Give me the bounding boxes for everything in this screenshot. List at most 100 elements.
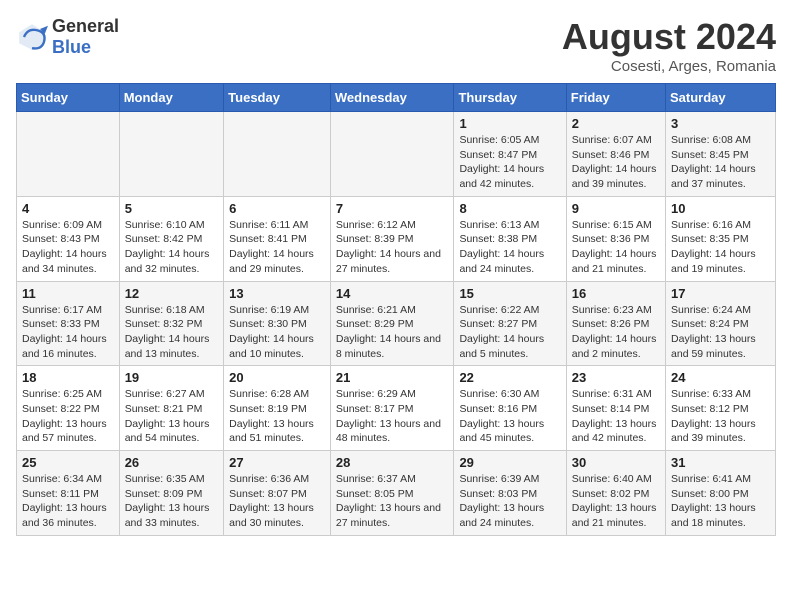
calendar-cell: 23 Sunrise: 6:31 AM Sunset: 8:14 PM Dayli… bbox=[566, 366, 665, 451]
weekday-header: Sunday bbox=[17, 84, 120, 112]
subtitle: Cosesti, Arges, Romania bbox=[562, 58, 776, 75]
calendar-cell: 16Sunrise: 6:23 AM Sunset: 8:26 PM Dayli… bbox=[566, 281, 665, 366]
day-number: 7 bbox=[336, 201, 449, 216]
calendar-week-row: 18 Sunrise: 6:25 AM Sunset: 8:22 PM Dayli… bbox=[17, 366, 776, 451]
calendar-cell bbox=[119, 112, 223, 197]
calendar-cell bbox=[17, 112, 120, 197]
day-number: 10 bbox=[671, 201, 770, 216]
day-info: Sunrise: 6:25 AM Sunset: 8:22 PM Dayligh… bbox=[22, 387, 114, 446]
calendar-cell: 24Sunrise: 6:33 AM Sunset: 8:12 PM Dayli… bbox=[666, 366, 776, 451]
day-number: 31 bbox=[671, 455, 770, 470]
day-info: Sunrise: 6:37 AM Sunset: 8:05 PM Dayligh… bbox=[336, 472, 449, 531]
day-number: 8 bbox=[459, 201, 560, 216]
calendar-cell: 21Sunrise: 6:29 AM Sunset: 8:17 PM Dayli… bbox=[330, 366, 454, 451]
day-info: Sunrise: 6:28 AM Sunset: 8:19 PM Dayligh… bbox=[229, 387, 325, 446]
calendar-cell: 29 Sunrise: 6:39 AM Sunset: 8:03 PM Dayli… bbox=[454, 451, 566, 536]
weekday-header: Monday bbox=[119, 84, 223, 112]
day-number: 22 bbox=[459, 370, 560, 385]
day-info: Sunrise: 6:35 AM Sunset: 8:09 PM Dayligh… bbox=[125, 472, 218, 531]
calendar-cell: 8Sunrise: 6:13 AM Sunset: 8:38 PM Daylig… bbox=[454, 196, 566, 281]
day-number: 1 bbox=[459, 116, 560, 131]
day-number: 26 bbox=[125, 455, 218, 470]
calendar-cell: 11 Sunrise: 6:17 AM Sunset: 8:33 PM Dayli… bbox=[17, 281, 120, 366]
header: General Blue August 2024 Cosesti, Arges,… bbox=[16, 16, 776, 75]
calendar-cell: 26 Sunrise: 6:35 AM Sunset: 8:09 PM Dayli… bbox=[119, 451, 223, 536]
calendar-cell: 22 Sunrise: 6:30 AM Sunset: 8:16 PM Dayli… bbox=[454, 366, 566, 451]
day-number: 15 bbox=[459, 286, 560, 301]
calendar-week-row: 25 Sunrise: 6:34 AM Sunset: 8:11 PM Dayli… bbox=[17, 451, 776, 536]
logo-general: General bbox=[52, 16, 119, 36]
calendar-cell: 6Sunrise: 6:11 AM Sunset: 8:41 PM Daylig… bbox=[224, 196, 331, 281]
day-info: Sunrise: 6:21 AM Sunset: 8:29 PM Dayligh… bbox=[336, 303, 449, 362]
day-number: 12 bbox=[125, 286, 218, 301]
calendar-week-row: 11 Sunrise: 6:17 AM Sunset: 8:33 PM Dayli… bbox=[17, 281, 776, 366]
day-info: Sunrise: 6:10 AM Sunset: 8:42 PM Dayligh… bbox=[125, 218, 218, 277]
main-title: August 2024 bbox=[562, 16, 776, 58]
day-info: Sunrise: 6:12 AM Sunset: 8:39 PM Dayligh… bbox=[336, 218, 449, 277]
day-info: Sunrise: 6:34 AM Sunset: 8:11 PM Dayligh… bbox=[22, 472, 114, 531]
day-number: 30 bbox=[572, 455, 660, 470]
day-number: 20 bbox=[229, 370, 325, 385]
calendar-cell: 25 Sunrise: 6:34 AM Sunset: 8:11 PM Dayli… bbox=[17, 451, 120, 536]
day-info: Sunrise: 6:17 AM Sunset: 8:33 PM Dayligh… bbox=[22, 303, 114, 362]
day-number: 3 bbox=[671, 116, 770, 131]
day-number: 11 bbox=[22, 286, 114, 301]
calendar-cell: 27 Sunrise: 6:36 AM Sunset: 8:07 PM Dayli… bbox=[224, 451, 331, 536]
calendar-table: SundayMondayTuesdayWednesdayThursdayFrid… bbox=[16, 83, 776, 536]
calendar-cell: 4Sunrise: 6:09 AM Sunset: 8:43 PM Daylig… bbox=[17, 196, 120, 281]
logo-blue: Blue bbox=[52, 37, 91, 57]
day-number: 25 bbox=[22, 455, 114, 470]
day-number: 18 bbox=[22, 370, 114, 385]
day-info: Sunrise: 6:08 AM Sunset: 8:45 PM Dayligh… bbox=[671, 133, 770, 192]
weekday-header: Thursday bbox=[454, 84, 566, 112]
day-info: Sunrise: 6:18 AM Sunset: 8:32 PM Dayligh… bbox=[125, 303, 218, 362]
day-info: Sunrise: 6:15 AM Sunset: 8:36 PM Dayligh… bbox=[572, 218, 660, 277]
day-info: Sunrise: 6:05 AM Sunset: 8:47 PM Dayligh… bbox=[459, 133, 560, 192]
weekday-header: Tuesday bbox=[224, 84, 331, 112]
calendar-cell: 19 Sunrise: 6:27 AM Sunset: 8:21 PM Dayli… bbox=[119, 366, 223, 451]
day-info: Sunrise: 6:07 AM Sunset: 8:46 PM Dayligh… bbox=[572, 133, 660, 192]
day-info: Sunrise: 6:31 AM Sunset: 8:14 PM Dayligh… bbox=[572, 387, 660, 446]
day-info: Sunrise: 6:36 AM Sunset: 8:07 PM Dayligh… bbox=[229, 472, 325, 531]
day-number: 27 bbox=[229, 455, 325, 470]
day-number: 5 bbox=[125, 201, 218, 216]
day-number: 13 bbox=[229, 286, 325, 301]
title-area: August 2024 Cosesti, Arges, Romania bbox=[562, 16, 776, 75]
day-info: Sunrise: 6:24 AM Sunset: 8:24 PM Dayligh… bbox=[671, 303, 770, 362]
day-info: Sunrise: 6:27 AM Sunset: 8:21 PM Dayligh… bbox=[125, 387, 218, 446]
day-info: Sunrise: 6:40 AM Sunset: 8:02 PM Dayligh… bbox=[572, 472, 660, 531]
day-number: 17 bbox=[671, 286, 770, 301]
calendar-cell: 18 Sunrise: 6:25 AM Sunset: 8:22 PM Dayli… bbox=[17, 366, 120, 451]
calendar-cell: 20 Sunrise: 6:28 AM Sunset: 8:19 PM Dayli… bbox=[224, 366, 331, 451]
weekday-header: Wednesday bbox=[330, 84, 454, 112]
day-info: Sunrise: 6:41 AM Sunset: 8:00 PM Dayligh… bbox=[671, 472, 770, 531]
calendar-cell: 7 Sunrise: 6:12 AM Sunset: 8:39 PM Daylig… bbox=[330, 196, 454, 281]
day-number: 19 bbox=[125, 370, 218, 385]
day-number: 23 bbox=[572, 370, 660, 385]
day-number: 21 bbox=[336, 370, 449, 385]
day-number: 16 bbox=[572, 286, 660, 301]
day-info: Sunrise: 6:22 AM Sunset: 8:27 PM Dayligh… bbox=[459, 303, 560, 362]
day-number: 14 bbox=[336, 286, 449, 301]
logo-icon bbox=[16, 21, 48, 53]
day-info: Sunrise: 6:09 AM Sunset: 8:43 PM Dayligh… bbox=[22, 218, 114, 277]
calendar-cell: 1 Sunrise: 6:05 AM Sunset: 8:47 PM Daylig… bbox=[454, 112, 566, 197]
weekday-header: Friday bbox=[566, 84, 665, 112]
logo: General Blue bbox=[16, 16, 119, 58]
day-number: 24 bbox=[671, 370, 770, 385]
day-number: 9 bbox=[572, 201, 660, 216]
calendar-cell: 31 Sunrise: 6:41 AM Sunset: 8:00 PM Dayli… bbox=[666, 451, 776, 536]
day-number: 2 bbox=[572, 116, 660, 131]
day-info: Sunrise: 6:39 AM Sunset: 8:03 PM Dayligh… bbox=[459, 472, 560, 531]
calendar-cell: 9 Sunrise: 6:15 AM Sunset: 8:36 PM Daylig… bbox=[566, 196, 665, 281]
calendar-week-row: 4Sunrise: 6:09 AM Sunset: 8:43 PM Daylig… bbox=[17, 196, 776, 281]
calendar-cell: 10Sunrise: 6:16 AM Sunset: 8:35 PM Dayli… bbox=[666, 196, 776, 281]
weekday-header-row: SundayMondayTuesdayWednesdayThursdayFrid… bbox=[17, 84, 776, 112]
day-info: Sunrise: 6:30 AM Sunset: 8:16 PM Dayligh… bbox=[459, 387, 560, 446]
calendar-cell: 17 Sunrise: 6:24 AM Sunset: 8:24 PM Dayli… bbox=[666, 281, 776, 366]
calendar-cell: 28Sunrise: 6:37 AM Sunset: 8:05 PM Dayli… bbox=[330, 451, 454, 536]
day-number: 6 bbox=[229, 201, 325, 216]
day-number: 29 bbox=[459, 455, 560, 470]
calendar-cell: 30 Sunrise: 6:40 AM Sunset: 8:02 PM Dayli… bbox=[566, 451, 665, 536]
day-info: Sunrise: 6:19 AM Sunset: 8:30 PM Dayligh… bbox=[229, 303, 325, 362]
